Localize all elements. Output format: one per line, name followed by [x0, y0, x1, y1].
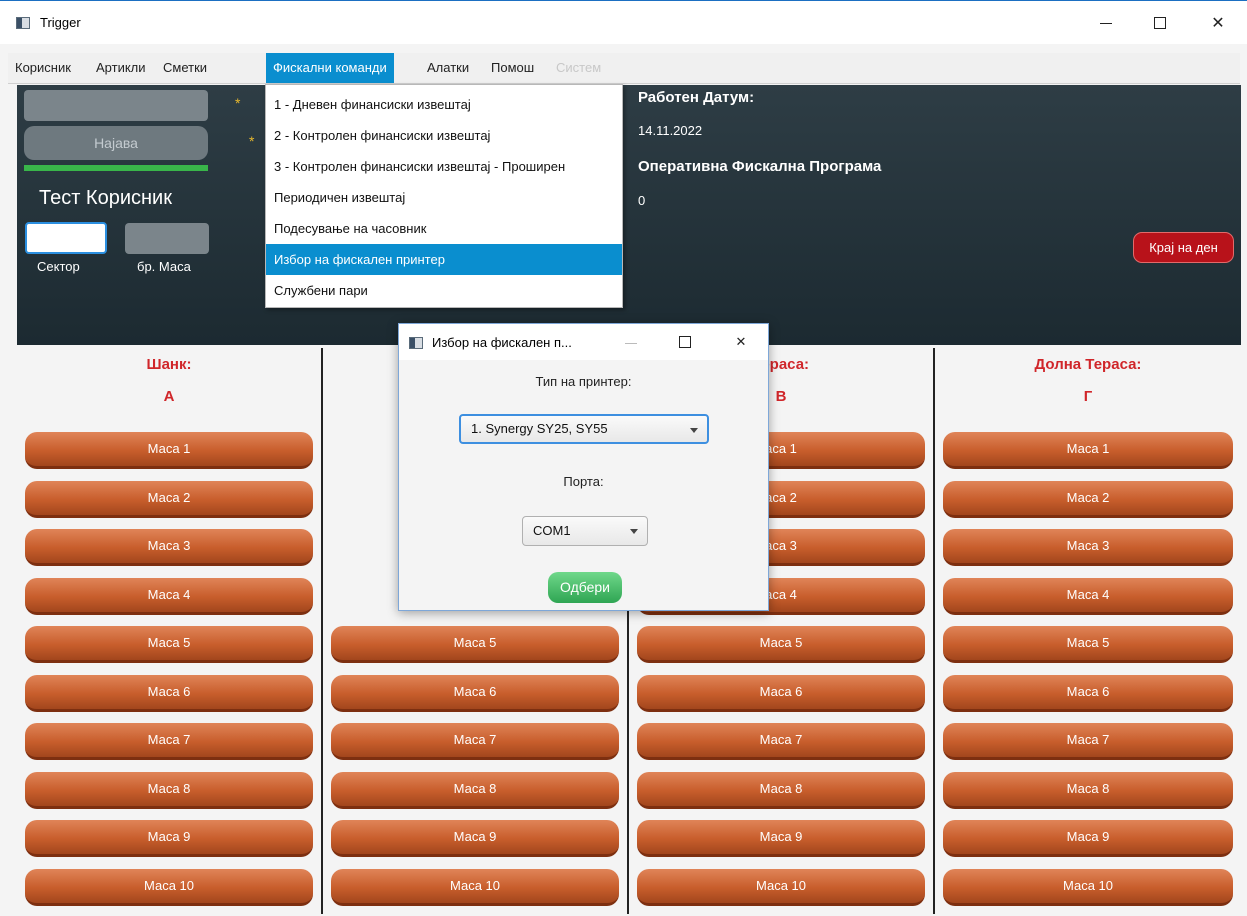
window-title: Trigger: [40, 15, 81, 30]
main-window: Trigger ✕ Корисник Артикли Сметки Фискал…: [0, 0, 1247, 916]
table-button[interactable]: Маса 5: [331, 626, 619, 663]
menu-fiskalni-komandi[interactable]: Фискални команди: [266, 53, 394, 83]
table-button[interactable]: Маса 7: [331, 723, 619, 760]
menu-item-select-printer[interactable]: Избор на фискален принтер: [266, 244, 622, 275]
table-button[interactable]: Маса 10: [25, 868, 313, 906]
fiscal-program-value: 0: [638, 193, 646, 208]
table-button[interactable]: Маса 10: [331, 868, 619, 906]
table-button[interactable]: Маса 5: [637, 626, 925, 663]
table-button[interactable]: Маса 1: [943, 432, 1233, 469]
table-button[interactable]: Маса 8: [943, 771, 1233, 809]
work-date-label: Работен Датум:: [638, 89, 755, 106]
table-button[interactable]: Маса 8: [25, 771, 313, 809]
login-status-bar: [24, 165, 208, 171]
login-button[interactable]: Најава: [24, 126, 208, 160]
section-title: Долна Тераса:: [1034, 356, 1142, 373]
section-title: Шанк:: [146, 356, 192, 373]
table-button[interactable]: Маса 10: [943, 868, 1233, 906]
table-button[interactable]: Маса 7: [943, 723, 1233, 760]
table-button[interactable]: Маса 6: [25, 674, 313, 712]
table-button[interactable]: Маса 6: [943, 674, 1233, 712]
section-column: Шанк: А Маса 1 Маса 2 Маса 3 Маса 4 Маса 5 Ма…: [17, 348, 321, 914]
minimize-button[interactable]: [1083, 1, 1129, 44]
table-button[interactable]: Маса 8: [331, 771, 619, 809]
printer-type-select[interactable]: 1. Synergy SY25, SY55: [459, 414, 709, 444]
maximize-icon: [1154, 16, 1166, 29]
menu-item-extended-control-report[interactable]: 3 - Контролен финансиски извештај - Прош…: [266, 151, 622, 182]
fiscal-commands-menu: 1 - Дневен финансиски извештај 2 - Контр…: [265, 84, 623, 308]
end-of-day-button[interactable]: Крај на ден: [1133, 232, 1234, 263]
table-number-input[interactable]: [125, 223, 209, 254]
table-button[interactable]: Маса 10: [637, 868, 925, 906]
table-button[interactable]: Маса 1: [25, 432, 313, 469]
table-button[interactable]: Маса 5: [25, 626, 313, 663]
menu-item-daily-report[interactable]: 1 - Дневен финансиски извештај: [266, 89, 622, 120]
dialog-title: Избор на фискален п...: [432, 335, 572, 350]
table-button[interactable]: Маса 4: [943, 577, 1233, 615]
port-select[interactable]: COM1: [522, 516, 648, 546]
table-button[interactable]: Маса 3: [25, 529, 313, 566]
table-button[interactable]: Маса 9: [637, 820, 925, 857]
user-name: Тест Корисник: [39, 187, 172, 209]
sector-input[interactable]: [25, 222, 107, 254]
table-button[interactable]: Маса 7: [25, 723, 313, 760]
close-button[interactable]: ✕: [1195, 1, 1241, 44]
menu-smetki[interactable]: Сметки: [156, 53, 214, 83]
fiscal-program-label: Оперативна Фискална Програма: [638, 158, 882, 175]
username-field[interactable]: [24, 90, 208, 121]
port-value: COM1: [533, 523, 571, 538]
table-button[interactable]: Маса 9: [331, 820, 619, 857]
section-letter: Г: [1083, 388, 1093, 405]
printer-type-label: Тип на принтер:: [535, 374, 632, 389]
port-label: Порта:: [563, 474, 604, 489]
menu-korisnik[interactable]: Корисник: [8, 53, 78, 83]
menu-sistem: Систем: [556, 60, 602, 75]
printer-type-value: 1. Synergy SY25, SY55: [471, 421, 608, 436]
menu-item-periodic-report[interactable]: Периодичен извештај: [266, 182, 622, 213]
table-button[interactable]: Маса 2: [943, 480, 1233, 518]
work-date-value: 14.11.2022: [638, 123, 703, 138]
app-icon: [16, 17, 30, 29]
chevron-down-icon: [630, 529, 638, 534]
menu-bar: Корисник Артикли Сметки Фискални команди…: [8, 53, 1240, 84]
table-button[interactable]: Маса 7: [637, 723, 925, 760]
minimize-icon: [625, 342, 637, 344]
table-button[interactable]: Маса 9: [943, 820, 1233, 857]
printer-dialog: Избор на фискален п... ✕ Тип на принтер:…: [398, 323, 769, 611]
maximize-button[interactable]: [1137, 1, 1183, 44]
dialog-title-bar: Избор на фискален п... ✕: [399, 324, 768, 360]
maximize-icon: [679, 336, 691, 348]
select-button[interactable]: Одбери: [548, 572, 622, 603]
minimize-icon: [1100, 23, 1112, 24]
dialog-maximize-button[interactable]: [665, 324, 705, 360]
table-button[interactable]: Маса 2: [25, 480, 313, 518]
table-button[interactable]: Маса 5: [943, 626, 1233, 663]
menu-alatki[interactable]: Алатки: [420, 53, 476, 83]
sector-label: Сектор: [37, 259, 80, 274]
dialog-close-button[interactable]: ✕: [721, 324, 761, 360]
menu-item-set-clock[interactable]: Подесување на часовник: [266, 213, 622, 244]
dialog-minimize-button: [611, 324, 651, 360]
table-button[interactable]: Маса 9: [25, 820, 313, 857]
table-button[interactable]: Маса 6: [331, 674, 619, 712]
header-panel: * Најава * Тест Корисник Сектор бр. Маса…: [17, 85, 1241, 345]
menu-item-official-money[interactable]: Службени пари: [266, 275, 622, 306]
section-letter: А: [163, 388, 175, 405]
required-star-icon: *: [235, 95, 241, 111]
table-button[interactable]: Маса 8: [637, 771, 925, 809]
section-column: Долна Тераса: Г Маса 1 Маса 2 Маса 3 Маса 4…: [935, 348, 1241, 914]
title-bar: Trigger ✕: [0, 1, 1247, 44]
chevron-down-icon: [690, 428, 698, 433]
menu-pomosh[interactable]: Помош: [484, 53, 541, 83]
menu-artikli[interactable]: Артикли: [89, 53, 153, 83]
table-button[interactable]: Маса 4: [25, 577, 313, 615]
close-icon: ✕: [735, 334, 747, 349]
table-number-label: бр. Маса: [137, 259, 191, 274]
table-button[interactable]: Маса 3: [943, 529, 1233, 566]
app-icon: [409, 337, 423, 349]
close-icon: ✕: [1211, 14, 1225, 32]
table-button[interactable]: Маса 6: [637, 674, 925, 712]
required-star-icon: *: [249, 133, 255, 149]
menu-item-control-report[interactable]: 2 - Контролен финансиски извештај: [266, 120, 622, 151]
